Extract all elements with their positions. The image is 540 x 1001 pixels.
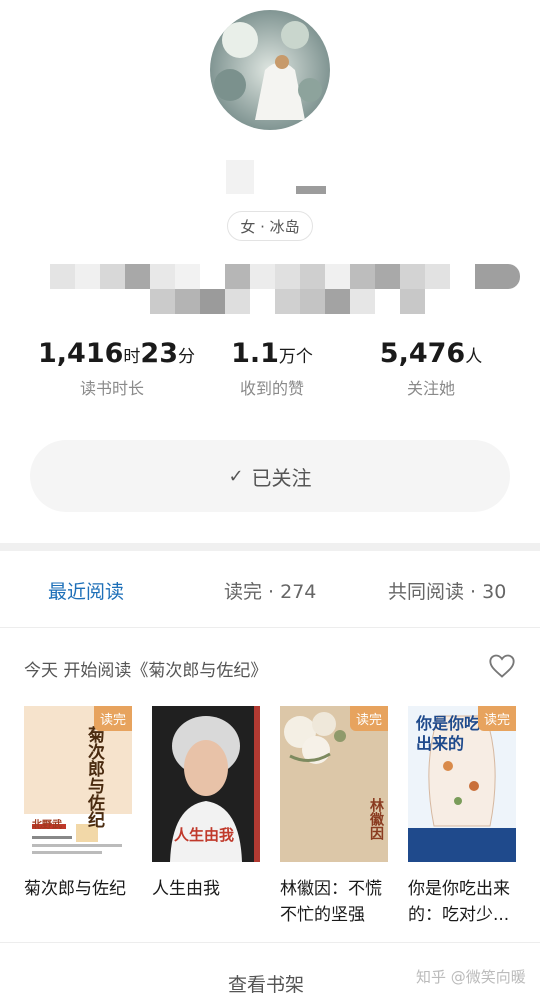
minutes-unit: 分 (177, 347, 195, 367)
stat-reading-time[interactable]: 1,416时23分 读书时长 (38, 338, 195, 399)
watermark: 知乎 @微笑向暖 (416, 968, 526, 986)
book-card[interactable]: 菊次郎与佐纪 北野武 读完 菊次郎与佐纪 (24, 706, 132, 902)
stat-label: 读书时长 (79, 379, 144, 398)
book-card[interactable]: 林徽因 读完 林徽因：不慌不忙的坚强 (280, 706, 388, 928)
finished-badge: 读完 (93, 706, 132, 731)
username-blurred (226, 160, 326, 194)
stat-label: 关注她 (406, 379, 455, 398)
bottom-divider (0, 942, 540, 943)
book-cover: 菊次郎与佐纪 北野武 读完 (24, 706, 132, 862)
check-icon: ✓ (228, 465, 244, 487)
book-card[interactable]: 人生由我 人生由我 (152, 706, 260, 902)
book-cover: 林徽因 读完 (280, 706, 388, 862)
finished-badge: 读完 (477, 706, 516, 731)
cover-title: 人生由我 (174, 826, 235, 844)
book-title: 菊次郎与佐纪 (24, 879, 126, 899)
book-cover: 你是你吃出来的 读完 (408, 706, 516, 862)
stat-likes[interactable]: 1.1万个 收到的赞 (217, 338, 327, 399)
view-bookshelf-link[interactable]: 查看书架 (228, 970, 304, 997)
gender-location-tag: 女 · 冰岛 (227, 211, 313, 241)
followed-button[interactable]: ✓ 已关注 (30, 440, 510, 512)
recent-reading-heading: 今天 开始阅读《菊次郎与佐纪》 (24, 661, 268, 681)
followed-label: 已关注 (251, 465, 312, 490)
likes-value: 1.1 (231, 338, 279, 369)
tab-finished[interactable]: 读完 · 274 (224, 577, 316, 604)
reading-hours-value: 1,416 (38, 338, 124, 369)
avatar[interactable] (210, 10, 330, 130)
followers-unit: 人 (465, 347, 483, 367)
avatar-image (210, 10, 330, 130)
finished-badge: 读完 (349, 706, 388, 731)
cover-title: 你是你吃出来的 (416, 714, 481, 753)
bio-blurred (50, 264, 520, 314)
tab-common-reading[interactable]: 共同阅读 · 30 (388, 577, 506, 604)
followers-value: 5,476 (379, 338, 466, 369)
book-cover: 人生由我 (152, 706, 260, 862)
heart-icon[interactable] (488, 652, 516, 680)
tab-recent-reading[interactable]: 最近阅读 (48, 577, 124, 604)
cover-title: 林徽因 (368, 798, 384, 840)
cover-title: 菊次郎与佐纪 (84, 726, 104, 828)
stats-row: 1,416时23分 读书时长 1.1万个 收到的赞 5,476人 关注她 (0, 338, 540, 408)
reading-tabs: 最近阅读 读完 · 274 共同阅读 · 30 (0, 551, 540, 628)
stat-followers[interactable]: 5,476人 关注她 (376, 338, 486, 399)
hours-unit: 时 (123, 347, 141, 367)
book-card[interactable]: 你是你吃出来的 读完 你是你吃出来的：吃对少... (408, 706, 516, 928)
book-title: 人生由我 (152, 879, 220, 899)
cover-author: 北野武 (32, 820, 62, 831)
likes-unit: 万个 (278, 347, 313, 367)
section-divider (0, 543, 540, 551)
reading-minutes-value: 23 (140, 338, 178, 369)
book-title: 林徽因：不慌不忙的坚强 (280, 879, 382, 925)
stat-label: 收到的赞 (239, 379, 304, 398)
book-title: 你是你吃出来的：吃对少... (408, 879, 510, 925)
